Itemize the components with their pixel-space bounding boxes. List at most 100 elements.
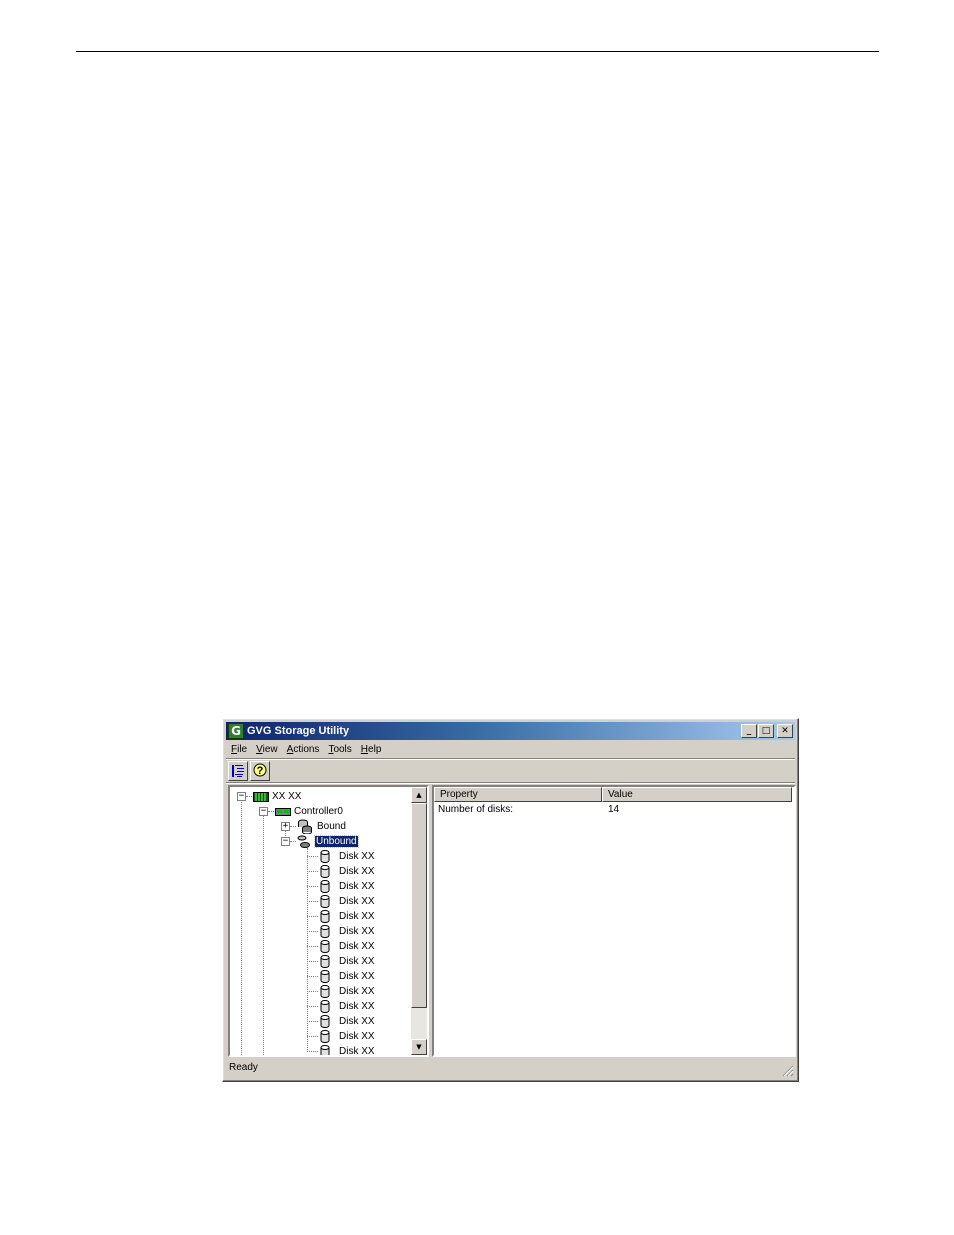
tree-connector <box>307 871 318 872</box>
tree-node-disk[interactable]: Disk XX <box>320 969 375 984</box>
tree-node-disk[interactable]: Disk XX <box>320 999 375 1014</box>
disk-icon <box>320 910 330 923</box>
tree-connector <box>307 916 318 917</box>
tree-connector <box>307 946 318 947</box>
disk-icon <box>320 880 330 893</box>
tree-node-label: Disk XX <box>339 941 375 952</box>
tree-node-label: Disk XX <box>339 971 375 982</box>
scroll-thumb[interactable] <box>411 803 427 1008</box>
tree-view-icon <box>232 765 244 777</box>
window-title: GVG Storage Utility <box>247 725 350 737</box>
tree-connector <box>246 796 252 797</box>
expander-root[interactable]: − <box>237 792 246 801</box>
expander-bound[interactable]: + <box>281 822 290 831</box>
disk-icon <box>320 985 330 998</box>
tree-connector <box>263 811 264 1055</box>
svg-text:?: ? <box>257 765 264 777</box>
tree-connector <box>290 826 296 827</box>
window-controls: _ □ ✕ <box>740 724 793 738</box>
tree-connector <box>307 1051 318 1052</box>
maximize-button[interactable]: □ <box>758 724 774 738</box>
tree-node-disk[interactable]: Disk XX <box>320 909 375 924</box>
tree-connector <box>307 901 318 902</box>
tree-connector <box>307 991 318 992</box>
tree-connector <box>307 848 308 1050</box>
tree-node-disk[interactable]: Disk XX <box>320 849 375 864</box>
tree-node-disk[interactable]: Disk XX <box>320 924 375 939</box>
tree-node-root[interactable]: XX XX <box>253 789 301 804</box>
tree-node-label: Disk XX <box>339 1016 375 1027</box>
tree-node-disk[interactable]: Disk XX <box>320 1029 375 1044</box>
title-bar[interactable]: G GVG Storage Utility _ □ ✕ <box>226 722 795 740</box>
tree-node-label: Bound <box>317 821 346 832</box>
tree-node-disk[interactable]: Disk XX <box>320 1044 375 1055</box>
tree-node-disk[interactable]: Disk XX <box>320 864 375 879</box>
tree-node-label: Disk XX <box>339 881 375 892</box>
tree-node-disk[interactable]: Disk XX <box>320 894 375 909</box>
tree-pane[interactable]: − XX XX − Controller0 + Bound − Unbound … <box>228 785 429 1057</box>
disk-group-icon <box>298 819 312 834</box>
menu-actions[interactable]: Actions <box>282 744 324 755</box>
disk-icon <box>320 970 330 983</box>
tree-connector <box>307 931 318 932</box>
disk-icon <box>320 850 330 863</box>
menu-help[interactable]: Help <box>356 744 386 755</box>
scroll-down-arrow-icon[interactable]: ▼ <box>411 1039 427 1055</box>
status-text: Ready <box>229 1062 258 1073</box>
help-button[interactable]: ? <box>250 761 270 781</box>
tree-node-disk[interactable]: Disk XX <box>320 879 375 894</box>
resize-grip-icon[interactable] <box>782 1065 794 1077</box>
app-logo-icon: G <box>228 723 244 739</box>
tree-view-button[interactable] <box>228 761 248 781</box>
tree-node-label: XX XX <box>272 791 302 802</box>
close-button[interactable]: ✕ <box>777 724 793 738</box>
tree-node-disk[interactable]: Disk XX <box>320 939 375 954</box>
property-cell: Number of disks: <box>438 804 514 815</box>
disk-icon <box>320 1030 330 1043</box>
tree-node-disk[interactable]: Disk XX <box>320 984 375 999</box>
disk-icon <box>320 1000 330 1013</box>
disk-icon <box>320 865 330 878</box>
tree-node-label: Disk XX <box>339 911 375 922</box>
tree-node-disk[interactable]: Disk XX <box>320 1014 375 1029</box>
tree-connector <box>307 1006 318 1007</box>
value-cell: 14 <box>608 804 620 815</box>
app-window: G GVG Storage Utility _ □ ✕ File View Ac… <box>222 718 799 1082</box>
tree-node-controller[interactable]: Controller0 <box>275 804 343 819</box>
tree-connector <box>307 976 318 977</box>
expander-controller[interactable]: − <box>259 807 268 816</box>
tree-node-unbound[interactable]: Unbound <box>297 834 359 849</box>
tree-connector <box>307 856 318 857</box>
status-bar: Ready <box>226 1059 795 1078</box>
tree-node-label: Disk XX <box>339 986 375 997</box>
tree-node-label: Disk XX <box>339 866 375 877</box>
disk-icon <box>320 1015 330 1028</box>
page-header-rule <box>76 51 879 52</box>
minimize-button[interactable]: _ <box>741 724 757 738</box>
menu-tools[interactable]: Tools <box>323 744 355 755</box>
tree-node-disk[interactable]: Disk XX <box>320 954 375 969</box>
tree-connector <box>290 841 296 842</box>
scroll-up-arrow-icon[interactable]: ▲ <box>411 787 427 803</box>
tree-node-label: Disk XX <box>339 1001 375 1012</box>
menu-view[interactable]: View <box>251 744 282 755</box>
menu-file[interactable]: File <box>226 744 251 755</box>
disk-icon <box>320 895 330 908</box>
tree-node-label: Controller0 <box>294 806 343 817</box>
tree-connector <box>307 886 318 887</box>
column-header-value[interactable]: Value <box>602 787 792 802</box>
disk-stack-icon <box>297 835 310 848</box>
tree-connector <box>241 796 242 1055</box>
tree-scrollbar[interactable]: ▲ ▼ <box>411 787 427 1055</box>
menu-bar: File View Actions Tools Help <box>226 741 795 758</box>
expander-unbound[interactable]: − <box>281 837 290 846</box>
tree-connector <box>307 1036 318 1037</box>
tree-connector <box>307 961 318 962</box>
tree-node-label: Disk XX <box>339 926 375 937</box>
toolbar: ? <box>226 760 795 782</box>
tree-node-bound[interactable]: Bound <box>297 819 346 834</box>
tree-node-label: Disk XX <box>339 1031 375 1042</box>
column-header-property[interactable]: Property <box>434 787 602 802</box>
disk-icon <box>320 1045 330 1055</box>
properties-list[interactable]: Property Value Number of disks: 14 <box>432 785 796 1057</box>
